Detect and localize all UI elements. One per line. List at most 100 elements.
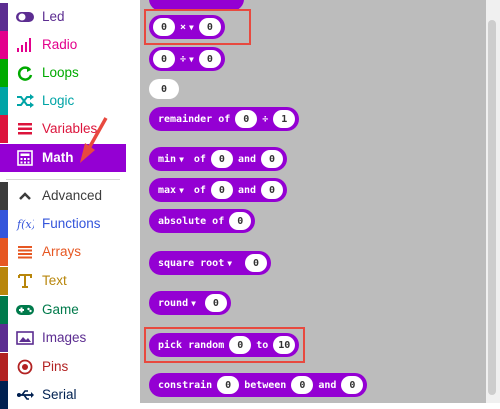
round-block[interactable]: round ▼ 0: [149, 291, 231, 315]
category-label: Functions: [42, 216, 101, 231]
and-label: and: [237, 184, 256, 196]
function-dropdown[interactable]: square root ▼: [153, 258, 237, 269]
category-functions[interactable]: f(x) Functions: [0, 210, 126, 238]
number-slot[interactable]: 0: [261, 150, 283, 168]
category-color-stripe: [0, 353, 8, 381]
caret-down-icon: ▼: [189, 54, 194, 64]
operator-dropdown[interactable]: ÷ ▼: [175, 54, 199, 65]
operator-dropdown[interactable]: × ▼: [175, 22, 199, 33]
chevron-up-icon: [15, 187, 35, 205]
text-icon: [15, 272, 35, 290]
and-label: and: [318, 379, 337, 391]
function-dropdown[interactable]: min ▼: [153, 154, 189, 165]
category-color-stripe: [0, 144, 8, 172]
number-block[interactable]: 0: [149, 79, 179, 99]
category-arrays[interactable]: Arrays: [0, 238, 126, 266]
category-serial[interactable]: Serial: [0, 381, 126, 409]
target-icon: [15, 358, 35, 376]
number-slot[interactable]: 0: [204, 294, 227, 312]
number-slot[interactable]: 10: [273, 336, 296, 354]
and-label: and: [237, 153, 256, 165]
category-label: Arrays: [42, 244, 82, 259]
category-label: Logic: [42, 93, 75, 108]
number-slot[interactable]: 0: [229, 336, 252, 354]
category-label: Variables: [42, 121, 98, 136]
caret-down-icon: ▼: [179, 185, 184, 195]
category-label: Advanced: [42, 188, 103, 203]
number-slot[interactable]: 0: [291, 376, 314, 394]
toolbox-sidebar: Led Radio Loops Logic Variables Math Adv…: [0, 0, 126, 409]
number-slot[interactable]: 0: [261, 181, 283, 199]
category-color-stripe: [0, 59, 8, 87]
number-slot[interactable]: 0: [153, 50, 175, 68]
calculator-icon: [15, 149, 35, 167]
pick-random-block[interactable]: pick random 0 to 10: [149, 333, 300, 357]
category-images[interactable]: Images: [0, 324, 126, 352]
of-label: of: [193, 153, 206, 165]
min-block[interactable]: min ▼ of 0 and 0: [149, 147, 287, 171]
caret-down-icon: ▼: [191, 298, 196, 308]
number-slot[interactable]: 0: [198, 18, 221, 36]
shuffle-icon: [15, 92, 35, 110]
divide-block[interactable]: 0 ÷ ▼ 0: [149, 47, 225, 71]
toggle-icon: [15, 8, 35, 26]
number-slot[interactable]: 0: [245, 254, 268, 272]
caret-down-icon: ▼: [179, 154, 184, 164]
multiply-block[interactable]: 0 × ▼ 0: [149, 15, 225, 39]
number-slot[interactable]: 0: [153, 18, 175, 36]
category-math[interactable]: Math: [0, 144, 126, 172]
category-label: Text: [42, 273, 67, 288]
category-led[interactable]: Led: [0, 3, 126, 31]
category-label: Pins: [42, 359, 69, 374]
category-color-stripe: [0, 267, 8, 295]
category-label: Led: [42, 9, 65, 24]
category-color-stripe: [0, 87, 8, 115]
operator-label: ÷: [180, 53, 187, 65]
constrain-block[interactable]: constrain 0 between 0 and 0: [149, 373, 368, 397]
signal-bars-icon: [15, 36, 35, 54]
max-block[interactable]: max ▼ of 0 and 0: [149, 178, 287, 202]
caret-down-icon: ▼: [189, 22, 194, 32]
absolute-of-block[interactable]: absolute of 0: [149, 209, 256, 233]
category-logic[interactable]: Logic: [0, 87, 126, 115]
category-color-stripe: [0, 296, 8, 324]
block-label: max: [158, 184, 177, 196]
category-text[interactable]: Text: [0, 267, 126, 295]
between-label: between: [244, 379, 287, 391]
svg-text:f(x): f(x): [16, 218, 34, 231]
category-pins[interactable]: Pins: [0, 353, 126, 381]
category-color-stripe: [0, 182, 8, 210]
number-slot[interactable]: 0: [229, 212, 252, 230]
category-label: Game: [42, 302, 79, 317]
number-slot[interactable]: 1: [273, 110, 296, 128]
loop-icon: [15, 64, 35, 82]
partial-block-top[interactable]: [149, 0, 244, 11]
number-slot[interactable]: 0: [210, 181, 233, 199]
category-variables[interactable]: Variables: [0, 115, 126, 143]
function-dropdown[interactable]: max ▼: [153, 185, 189, 196]
category-label: Math: [42, 150, 74, 165]
of-label: of: [193, 184, 206, 196]
to-label: to: [256, 339, 269, 351]
block-label: remainder of: [158, 113, 231, 125]
operator-label: ×: [180, 21, 187, 33]
flyout-scrollbar-thumb[interactable]: [488, 20, 496, 395]
remainder-block[interactable]: remainder of 0 ÷ 1: [149, 107, 300, 131]
number-slot[interactable]: 0: [198, 50, 221, 68]
category-color-stripe: [0, 238, 8, 266]
number-slot[interactable]: 0: [341, 376, 364, 394]
square-root-block[interactable]: square root ▼ 0: [149, 251, 272, 275]
number-slot[interactable]: 0: [210, 150, 233, 168]
category-color-stripe: [0, 381, 8, 409]
category-loops[interactable]: Loops: [0, 59, 126, 87]
list-icon: [15, 120, 35, 138]
category-color-stripe: [0, 3, 8, 31]
number-slot[interactable]: 0: [217, 376, 240, 394]
block-label: absolute of: [158, 215, 225, 227]
category-game[interactable]: Game: [0, 296, 126, 324]
toolbox-gutter: [126, 0, 140, 403]
category-advanced[interactable]: Advanced: [0, 182, 126, 210]
category-radio[interactable]: Radio: [0, 31, 126, 59]
number-slot[interactable]: 0: [235, 110, 258, 128]
function-dropdown[interactable]: round ▼: [153, 298, 201, 309]
